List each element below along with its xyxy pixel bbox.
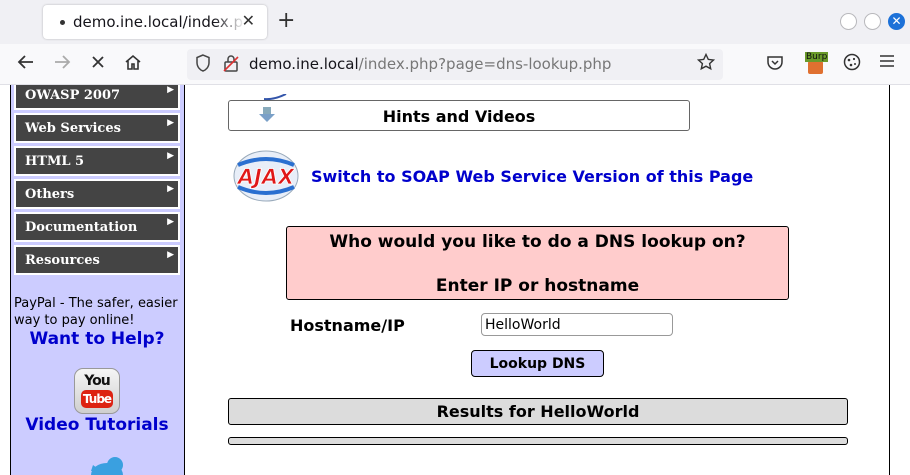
url-text[interactable]: demo.ine.local/index.php?page=dns-lookup…	[249, 55, 611, 73]
maximize-button[interactable]	[864, 13, 881, 30]
tracking-protection-shield-icon[interactable]	[195, 54, 211, 76]
url-path: /index.php?page=dns-lookup.php	[358, 55, 612, 73]
switch-to-soap-link[interactable]: Switch to SOAP Web Service Version of th…	[311, 167, 753, 186]
menu-item-documentation[interactable]: Documentation ▶	[14, 212, 180, 242]
navigation-toolbar: demo.ine.local/index.php?page=dns-lookup…	[0, 44, 910, 85]
insecure-lock-icon[interactable]	[223, 54, 239, 76]
lookup-dns-button[interactable]: Lookup DNS	[471, 350, 604, 377]
results-body	[228, 437, 848, 445]
page-viewport: OWASP 2007 ▶ Web Services ▶ HTML 5 ▶ Others…	[0, 85, 910, 475]
browser-tab[interactable]: demo.ine.local/index.php?page=dns-lookup…	[43, 5, 267, 39]
menu-item-label: Resources	[25, 253, 100, 268]
menu-item-label: Web Services	[25, 121, 121, 136]
dns-instruction: Enter IP or hostname	[435, 276, 640, 296]
burp-extension-icon[interactable]: Burp	[805, 52, 829, 74]
dns-question: Who would you like to do a DNS lookup on…	[329, 232, 746, 252]
tab-title: demo.ine.local/index.php?page=dns-lookup…	[73, 13, 245, 31]
page-right-border	[889, 85, 910, 475]
submenu-arrow-icon: ▶	[167, 118, 174, 128]
menu-item-html5[interactable]: HTML 5 ▶	[14, 146, 180, 176]
menu-item-owasp-2007[interactable]: OWASP 2007 ▶	[14, 85, 180, 110]
menu-item-web-services[interactable]: Web Services ▶	[14, 113, 180, 143]
ajax-logo: AJAX	[232, 149, 300, 203]
submenu-arrow-icon: ▶	[167, 85, 174, 95]
ajax-logo-text: AJAX	[236, 165, 296, 189]
new-tab-button[interactable]: +	[277, 8, 295, 34]
hostname-input[interactable]	[481, 313, 673, 336]
close-tab-icon[interactable]: ✕	[242, 11, 255, 30]
cookie-extension-icon[interactable]	[843, 53, 861, 77]
results-title: Results for HelloWorld	[436, 402, 640, 421]
home-icon[interactable]	[124, 53, 142, 77]
hints-label: Hints and Videos	[382, 107, 536, 126]
submenu-arrow-icon: ▶	[167, 250, 174, 260]
back-arrow-icon[interactable]	[17, 53, 35, 77]
video-tutorials-link[interactable]: Video Tutorials	[11, 415, 183, 435]
burp-label: Burp	[805, 52, 829, 62]
page-left-border	[0, 85, 11, 475]
bookmark-star-icon[interactable]	[696, 52, 716, 76]
menu-item-label: Others	[25, 187, 75, 202]
loading-dot-icon	[60, 20, 65, 25]
menu-item-label: OWASP 2007	[25, 88, 121, 103]
menu-item-resources[interactable]: Resources ▶	[14, 245, 180, 275]
stop-loading-icon[interactable]	[89, 53, 107, 77]
youtube-tube-text: Tube	[81, 390, 113, 408]
want-to-help-link[interactable]: Want to Help?	[11, 329, 183, 349]
menu-item-label: HTML 5	[25, 154, 85, 169]
submenu-arrow-icon: ▶	[167, 151, 174, 161]
forward-arrow-icon[interactable]	[53, 53, 71, 77]
hints-and-videos-toggle[interactable]: Hints and Videos	[228, 100, 690, 131]
dns-lookup-prompt-box: Who would you like to do a DNS lookup on…	[286, 226, 789, 300]
partial-icon	[263, 85, 294, 101]
youtube-icon[interactable]: You Tube	[74, 368, 120, 414]
results-header: Results for HelloWorld	[228, 398, 848, 425]
url-host: demo.ine.local	[249, 55, 359, 73]
tab-bar: demo.ine.local/index.php?page=dns-lookup…	[0, 0, 910, 44]
menu-item-label: Documentation	[25, 220, 138, 235]
submenu-arrow-icon: ▶	[167, 184, 174, 194]
pocket-icon[interactable]	[766, 53, 784, 77]
minimize-button[interactable]	[840, 13, 857, 30]
close-window-button[interactable]: ✕	[888, 13, 905, 30]
address-bar[interactable]: demo.ine.local/index.php?page=dns-lookup…	[187, 49, 723, 80]
paypal-text: PayPal - The safer, easier way to pay on…	[14, 296, 178, 328]
submenu-arrow-icon: ▶	[167, 217, 174, 227]
youtube-you-text: You	[84, 373, 110, 389]
burp-logo-icon	[808, 61, 823, 74]
hamburger-menu-icon[interactable]	[879, 53, 895, 75]
sidebar: OWASP 2007 ▶ Web Services ▶ HTML 5 ▶ Others…	[11, 85, 185, 475]
hostname-label: Hostname/IP	[290, 316, 405, 335]
menu-item-others[interactable]: Others ▶	[14, 179, 180, 209]
twitter-bird-icon[interactable]	[83, 453, 131, 475]
